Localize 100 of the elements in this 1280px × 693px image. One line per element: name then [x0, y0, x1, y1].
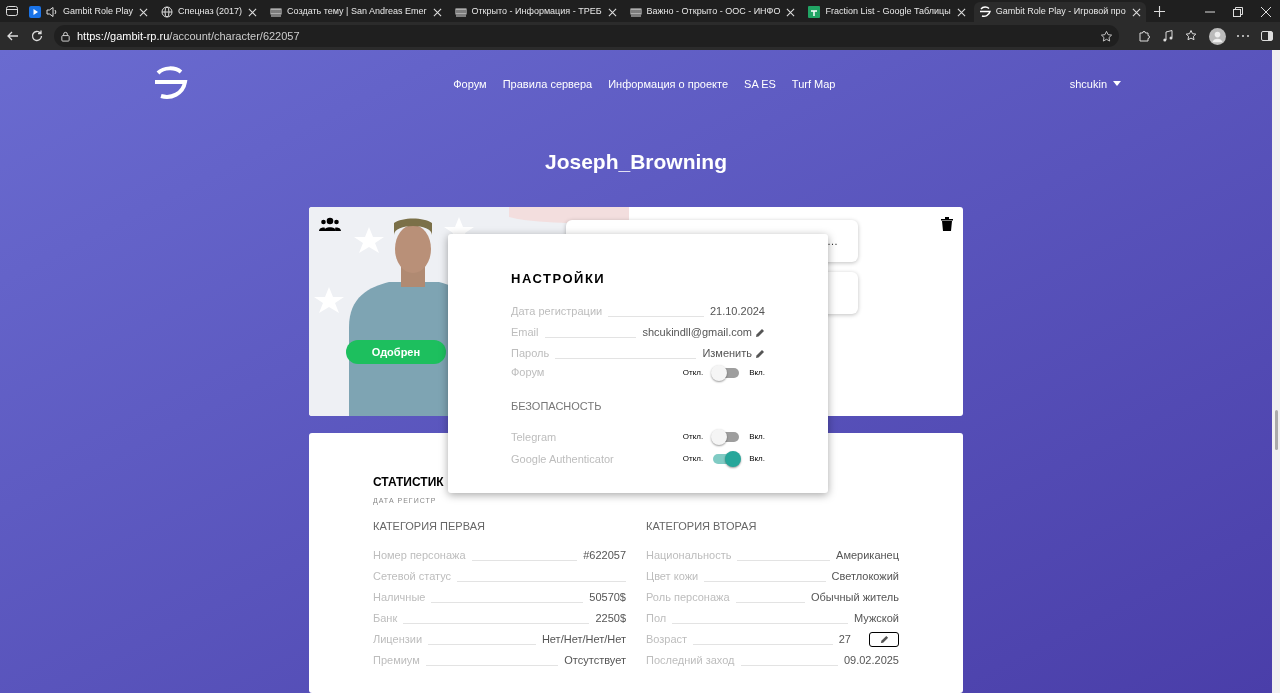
field-label: Дата регистрации: [511, 304, 603, 319]
toggle-switch[interactable]: [713, 454, 740, 464]
restore-icon[interactable]: [1233, 7, 1243, 17]
category-heading: КАТЕГОРИЯ ВТОРАЯ: [646, 519, 758, 534]
sidebar-icon[interactable]: [1260, 29, 1274, 43]
close-icon[interactable]: [139, 7, 149, 17]
speaker-icon[interactable]: [46, 6, 58, 18]
user-menu[interactable]: shcukin: [1069, 75, 1121, 92]
field-value: Мужской: [854, 611, 899, 626]
field-label: Цвет кожи: [646, 569, 699, 584]
field-value: Светлокожий: [831, 569, 899, 584]
nav-link[interactable]: Turf Map: [791, 75, 836, 92]
pencil-icon: [879, 634, 889, 644]
browser-tab[interactable]: Важно - Открыто - ООС - ИНФО: [624, 2, 801, 22]
caret-icon: [1113, 81, 1121, 87]
settings-heading: НАСТРОЙКИ: [511, 270, 607, 288]
field-value: 21.10.2024: [709, 304, 765, 319]
field-label: Возраст: [646, 632, 688, 647]
profile-avatar[interactable]: [1209, 27, 1226, 45]
browser-tab[interactable]: Fraction List - Google Таблицы: [803, 2, 971, 22]
logo-icon: [978, 6, 991, 18]
toggle-label: Форум: [511, 365, 546, 381]
trash-icon[interactable]: [941, 217, 953, 231]
forum-icon: [270, 6, 283, 18]
close-icon[interactable]: [786, 7, 796, 17]
field-label: Банк: [373, 611, 398, 626]
field-value: 09.02.2025: [843, 653, 899, 668]
tab-title: Спецназ (2017): [178, 5, 243, 19]
field-label: Сетевой статус: [373, 569, 452, 584]
field-value: Обычный житель: [811, 590, 899, 605]
tab-title: Открыто - Информация - ТРЕБ: [471, 5, 602, 19]
field-value: Нет/Нет/Нет/Нет: [541, 632, 626, 647]
group-icon[interactable]: [319, 217, 341, 231]
toggle-switch[interactable]: [713, 367, 740, 378]
nav-link[interactable]: Форум: [453, 75, 487, 92]
nav-link[interactable]: SA ES: [744, 75, 776, 92]
nav-link[interactable]: Информация о проекте: [608, 75, 729, 92]
address-bar[interactable]: https://gambit-rp.ru/account/character/622057: [54, 25, 1119, 47]
field-label: Последний заход: [646, 653, 735, 668]
music-icon[interactable]: [1161, 29, 1175, 43]
character-name: Joseph_Browning: [545, 148, 727, 175]
scrollbar-track[interactable]: [1272, 50, 1280, 693]
close-icon[interactable]: [248, 7, 258, 17]
star-icon[interactable]: [1100, 29, 1113, 43]
browser-tab[interactable]: Спецназ (2017): [156, 2, 263, 22]
favorites-icon[interactable]: [1185, 29, 1199, 43]
tab-title: Важно - Открыто - ООС - ИНФО: [646, 5, 781, 19]
field-value: Американец: [836, 548, 899, 563]
card-text: …: [827, 233, 838, 249]
toggle-label: Google Authenticator: [511, 451, 615, 467]
pencil-icon[interactable]: [755, 348, 765, 359]
field-label: Наличные: [373, 590, 426, 605]
close-icon[interactable]: [956, 7, 966, 17]
field-value: #622057: [583, 548, 626, 563]
field-value: Изменить: [702, 346, 752, 361]
field-label: Пол: [646, 611, 667, 626]
pencil-icon[interactable]: [755, 327, 765, 338]
play-icon: [29, 6, 41, 18]
toggle-switch[interactable]: [713, 432, 740, 442]
close-icon[interactable]: [432, 7, 442, 17]
field-value: 50570$: [589, 590, 626, 605]
nav-link[interactable]: Правила сервера: [502, 75, 593, 92]
spreadsheet-icon: [808, 6, 821, 18]
close-icon[interactable]: [607, 7, 617, 17]
on-label: Вкл.: [749, 366, 765, 379]
off-label: Откл.: [682, 366, 704, 379]
toggle-label: Telegram: [511, 429, 558, 445]
browser-tab[interactable]: Создать тему | San Andreas Emer: [265, 2, 447, 22]
forum-icon: [629, 6, 642, 18]
section-heading: БЕЗОПАСНОСТЬ: [511, 398, 603, 414]
field-label: Лицензии: [373, 632, 423, 647]
field-label: Роль персонажа: [646, 590, 730, 605]
edit-button[interactable]: [869, 631, 899, 647]
new-tab-icon[interactable]: [1153, 6, 1165, 17]
close-icon[interactable]: [1131, 7, 1141, 17]
sidebar-icon[interactable]: [5, 4, 19, 18]
on-label: Вкл.: [749, 431, 765, 443]
browser-tab[interactable]: Gambit Role Play - Игровой про: [973, 2, 1146, 22]
field-label: Пароль: [511, 346, 550, 361]
field-value: Отсутствует: [564, 653, 626, 668]
tab-title: Fraction List - Google Таблицы: [825, 5, 951, 19]
field-value: 27: [838, 632, 851, 647]
reload-icon[interactable]: [30, 29, 44, 43]
back-icon[interactable]: [6, 29, 20, 43]
field-label: Номер персонажа: [373, 548, 466, 563]
tab-title: Gambit Role Play: [63, 5, 134, 19]
stats-heading: СТАТИСТИК: [373, 475, 444, 489]
field-label: Национальность: [646, 548, 732, 563]
url-text: https://gambit-rp.ru/account/character/622057: [77, 28, 301, 44]
field-label: Email: [511, 325, 539, 340]
off-label: Откл.: [682, 431, 704, 443]
tab-title: Gambit Role Play - Игровой про: [995, 5, 1126, 19]
field-value: shcukindll@gmail.com: [642, 325, 752, 340]
on-label: Вкл.: [749, 453, 765, 465]
forum-icon: [454, 6, 467, 18]
close-window-icon[interactable]: [1261, 7, 1271, 17]
tab-title: Создать тему | San Andreas Emer: [287, 5, 427, 19]
browser-tab[interactable]: Открыто - Информация - ТРЕБ: [449, 2, 622, 22]
off-label: Откл.: [682, 453, 704, 465]
browser-tab[interactable]: Gambit Role Play: [24, 2, 154, 22]
